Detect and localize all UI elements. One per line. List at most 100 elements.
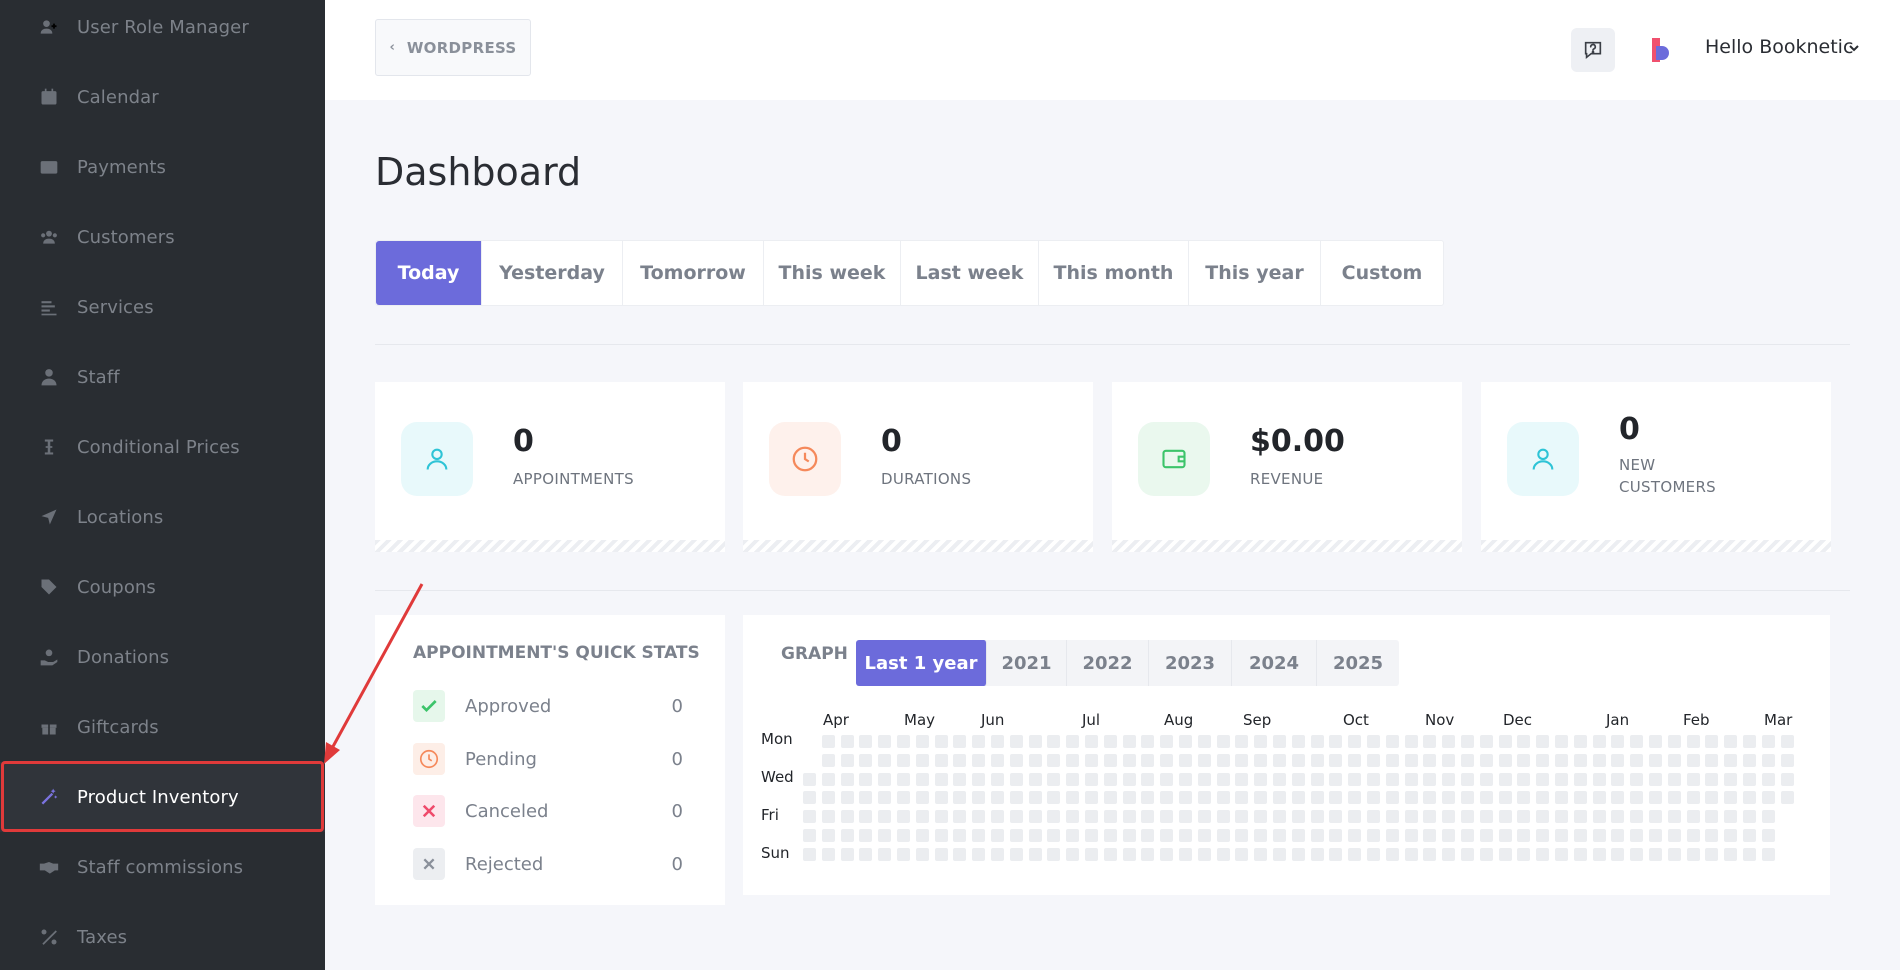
heatmap-cell[interactable]	[1160, 791, 1174, 805]
heatmap-cell[interactable]	[1310, 735, 1324, 748]
heatmap-cell[interactable]	[1592, 810, 1606, 824]
heatmap-cell[interactable]	[1479, 847, 1493, 861]
heatmap-cell[interactable]	[1141, 829, 1155, 842]
heatmap-cell[interactable]	[1667, 735, 1681, 748]
heatmap-cell[interactable]	[1235, 810, 1249, 824]
heatmap-cell[interactable]	[859, 772, 873, 786]
heatmap-cell[interactable]	[1517, 772, 1531, 786]
heatmap-cell[interactable]	[1442, 847, 1456, 861]
heatmap-cell[interactable]	[1235, 735, 1249, 748]
heatmap-cell[interactable]	[1667, 829, 1681, 842]
heatmap-cell[interactable]	[1498, 847, 1512, 861]
heatmap-cell[interactable]	[878, 753, 892, 767]
tab-tomorrow[interactable]: Tomorrow	[623, 241, 764, 305]
heatmap-cell[interactable]	[1047, 753, 1061, 767]
heatmap-cell[interactable]	[1085, 735, 1098, 748]
heatmap-cell[interactable]	[1085, 847, 1098, 861]
heatmap-cell[interactable]	[1216, 810, 1230, 824]
graph-tab-last-1-year[interactable]: Last 1 year	[856, 640, 987, 686]
heatmap-cell[interactable]	[1367, 810, 1380, 824]
heatmap-cell[interactable]	[1310, 753, 1324, 767]
heatmap-cell[interactable]	[1611, 847, 1625, 861]
heatmap-cell[interactable]	[1461, 847, 1474, 861]
heatmap-cell[interactable]	[1611, 735, 1625, 748]
heatmap-cell[interactable]	[878, 735, 892, 748]
heatmap-cell[interactable]	[1630, 735, 1644, 748]
heatmap-cell[interactable]	[1009, 847, 1023, 861]
heatmap-cell[interactable]	[1329, 753, 1343, 767]
heatmap-cell[interactable]	[915, 810, 929, 824]
heatmap-cell[interactable]	[1329, 829, 1343, 842]
heatmap-cell[interactable]	[1630, 772, 1644, 786]
heatmap-cell[interactable]	[1085, 753, 1098, 767]
heatmap-cell[interactable]	[1404, 772, 1418, 786]
heatmap-cell[interactable]	[1442, 829, 1456, 842]
heatmap-cell[interactable]	[1348, 829, 1362, 842]
sidebar-item-locations[interactable]: Locations	[0, 482, 325, 552]
heatmap-cell[interactable]	[1216, 847, 1230, 861]
heatmap-cell[interactable]	[1066, 772, 1080, 786]
heatmap-cell[interactable]	[1479, 772, 1493, 786]
heatmap-cell[interactable]	[1028, 829, 1042, 842]
heatmap-cell[interactable]	[1254, 847, 1268, 861]
heatmap-cell[interactable]	[1536, 810, 1550, 824]
heatmap-cell[interactable]	[840, 847, 854, 861]
heatmap-cell[interactable]	[972, 735, 986, 748]
heatmap-cell[interactable]	[1630, 847, 1644, 861]
heatmap-cell[interactable]	[1291, 829, 1305, 842]
heatmap-cell[interactable]	[1686, 772, 1700, 786]
heatmap-cell[interactable]	[1761, 847, 1775, 861]
heatmap-cell[interactable]	[1141, 791, 1155, 805]
heatmap-cell[interactable]	[1047, 810, 1061, 824]
heatmap-cell[interactable]	[840, 735, 854, 748]
heatmap-cell[interactable]	[1423, 735, 1437, 748]
heatmap-cell[interactable]	[897, 791, 910, 805]
heatmap-cell[interactable]	[1686, 735, 1700, 748]
heatmap-cell[interactable]	[1761, 735, 1775, 748]
heatmap-cell[interactable]	[1160, 847, 1174, 861]
tab-yesterday[interactable]: Yesterday	[482, 241, 623, 305]
heatmap-cell[interactable]	[1160, 810, 1174, 824]
heatmap-cell[interactable]	[859, 735, 873, 748]
heatmap-cell[interactable]	[1592, 847, 1606, 861]
tab-last-week[interactable]: Last week	[901, 241, 1039, 305]
heatmap-cell[interactable]	[1348, 791, 1362, 805]
heatmap-cell[interactable]	[1160, 735, 1174, 748]
graph-tab-2023[interactable]: 2023	[1149, 640, 1232, 686]
heatmap-cell[interactable]	[1461, 829, 1474, 842]
heatmap-cell[interactable]	[1273, 753, 1286, 767]
sidebar-item-services[interactable]: Services	[0, 272, 325, 342]
heatmap-cell[interactable]	[1329, 735, 1343, 748]
heatmap-cell[interactable]	[915, 791, 929, 805]
heatmap-cell[interactable]	[1705, 753, 1719, 767]
heatmap-cell[interactable]	[1291, 753, 1305, 767]
heatmap-cell[interactable]	[1367, 753, 1380, 767]
heatmap-cell[interactable]	[1573, 847, 1587, 861]
heatmap-cell[interactable]	[1536, 791, 1550, 805]
heatmap-cell[interactable]	[1235, 847, 1249, 861]
heatmap-cell[interactable]	[1273, 772, 1286, 786]
heatmap-cell[interactable]	[1085, 772, 1098, 786]
heatmap-cell[interactable]	[1235, 791, 1249, 805]
graph-tab-2025[interactable]: 2025	[1317, 640, 1399, 686]
heatmap-cell[interactable]	[1573, 810, 1587, 824]
heatmap-cell[interactable]	[1348, 847, 1362, 861]
heatmap-cell[interactable]	[1517, 810, 1531, 824]
heatmap-cell[interactable]	[1573, 791, 1587, 805]
heatmap-cell[interactable]	[1179, 847, 1192, 861]
heatmap-cell[interactable]	[1141, 735, 1155, 748]
chevron-down-icon[interactable]	[1848, 42, 1860, 54]
heatmap-cell[interactable]	[1649, 772, 1662, 786]
heatmap-cell[interactable]	[1517, 753, 1531, 767]
heatmap-cell[interactable]	[803, 847, 816, 861]
heatmap-cell[interactable]	[1705, 847, 1719, 861]
heatmap-cell[interactable]	[1047, 772, 1061, 786]
heatmap-cell[interactable]	[1442, 810, 1456, 824]
heatmap-cell[interactable]	[1254, 772, 1268, 786]
heatmap-cell[interactable]	[1329, 810, 1343, 824]
heatmap-cell[interactable]	[1555, 791, 1568, 805]
heatmap-cell[interactable]	[1197, 847, 1211, 861]
heatmap-cell[interactable]	[1197, 753, 1211, 767]
heatmap-cell[interactable]	[1555, 829, 1568, 842]
heatmap-cell[interactable]	[1724, 735, 1738, 748]
